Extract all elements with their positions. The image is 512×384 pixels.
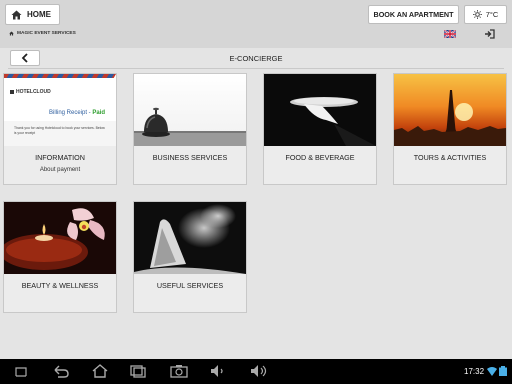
page-title: E-CONCIERGE — [229, 54, 283, 63]
iron-steam-image — [134, 202, 246, 274]
tile-label: FOOD & BEVERAGE — [285, 153, 355, 162]
weather-button[interactable]: 7°C — [464, 5, 507, 24]
header-divider — [8, 68, 504, 69]
breadcrumb-home-icon — [9, 31, 14, 36]
system-navigation-bar: 17:32 — [0, 359, 512, 384]
orchid-candle-image — [4, 202, 116, 274]
tile-food-beverage[interactable]: FOOD & BEVERAGE — [263, 73, 377, 185]
tile-label: TOURS & ACTIVITIES — [413, 153, 487, 162]
camera-icon[interactable] — [170, 364, 188, 378]
nav-back-icon[interactable] — [52, 364, 70, 378]
volume-up-icon[interactable] — [250, 364, 268, 378]
paris-sunset-image — [394, 74, 506, 146]
battery-icon — [499, 366, 507, 376]
billing-receipt-image: HOTELCLOUD Billing Receipt - Paid Thank … — [4, 74, 116, 146]
tile-tours-activities[interactable]: TOURS & ACTIVITIES — [393, 73, 507, 185]
tile-label: INFORMATION — [35, 153, 85, 162]
tile-label: USEFUL SERVICES — [156, 281, 224, 290]
volume-down-icon[interactable] — [210, 364, 226, 378]
tile-label: BUSINESS SERVICES — [152, 153, 228, 162]
receipt-brand: HOTELCLOUD — [16, 89, 51, 95]
tile-business-services[interactable]: BUSINESS SERVICES — [133, 73, 247, 185]
nav-home-icon[interactable] — [91, 364, 109, 378]
home-label: HOME — [27, 10, 51, 19]
tile-label: BEAUTY & WELLNESS — [21, 281, 99, 290]
logout-icon[interactable] — [484, 29, 495, 39]
tile-beauty-wellness[interactable]: BEAUTY & WELLNESS — [3, 201, 117, 313]
bell-image — [134, 74, 246, 146]
breadcrumb[interactable]: MAGIC EVENT SERVICES — [9, 31, 76, 36]
home-button[interactable]: HOME — [5, 4, 60, 25]
home-icon — [11, 10, 22, 19]
receipt-title-row: Billing Receipt - Paid — [49, 110, 105, 116]
weather-temperature: 7°C — [485, 10, 499, 19]
recent-apps-icon[interactable] — [14, 364, 28, 378]
waiter-tray-image — [264, 74, 376, 146]
tile-useful-services[interactable]: USEFUL SERVICES — [133, 201, 247, 313]
book-apartment-button[interactable]: BOOK AN APARTMENT — [368, 5, 459, 24]
book-apartment-label: BOOK AN APARTMENT — [373, 10, 454, 19]
nav-recent-icon[interactable] — [128, 364, 146, 378]
uk-flag-icon[interactable] — [444, 30, 456, 38]
tile-information[interactable]: HOTELCLOUD Billing Receipt - Paid Thank … — [3, 73, 117, 185]
wifi-icon — [487, 367, 497, 376]
breadcrumb-label: MAGIC EVENT SERVICES — [17, 31, 76, 36]
tile-sublabel: About payment — [39, 167, 81, 173]
receipt-status: Paid — [92, 110, 106, 116]
receipt-body: Thank you for using Hotelcloud to book y… — [14, 126, 105, 135]
receipt-title: Billing Receipt - — [49, 110, 93, 116]
sun-icon — [472, 10, 482, 19]
top-bar: HOME BOOK AN APARTMENT 7°C MAGIC EVENT S… — [0, 0, 512, 48]
system-clock: 17:32 — [464, 367, 485, 376]
